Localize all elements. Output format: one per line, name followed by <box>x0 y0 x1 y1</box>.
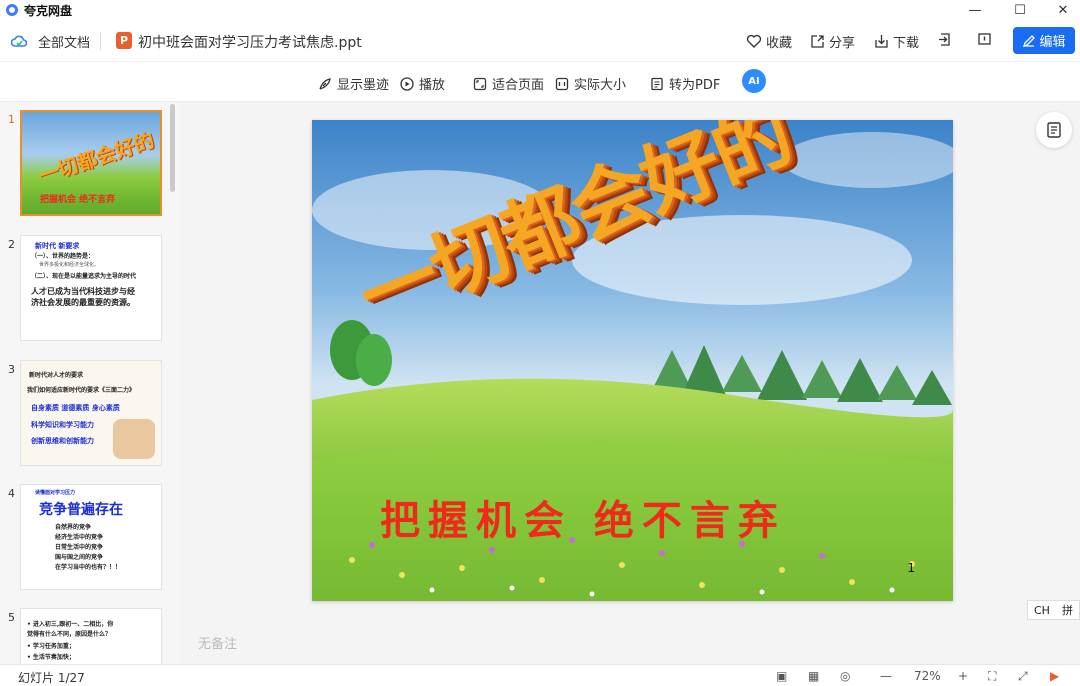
slide-thumbnail-2[interactable]: 新时代 新要求 （一）、世界的趋势是： 世界多极化和经济全球化。 （二）、现在是… <box>20 235 162 341</box>
heart-icon <box>746 34 762 48</box>
minimize-button[interactable]: — <box>952 0 998 20</box>
thumb-line: 觉得有什么不同，原因是什么？ <box>27 631 112 638</box>
ppt-file-icon: P <box>116 32 132 49</box>
cloud-icon <box>11 35 27 47</box>
thumb-line: 创新思维和创新能力 <box>31 437 94 445</box>
slide-thumbnail-5[interactable]: • 进入初三,跟初一、二相比，你 觉得有什么不同，原因是什么？ • 学习任务加重… <box>20 608 162 668</box>
thumbnail-number: 4 <box>8 487 15 500</box>
current-slide[interactable]: 一切都会好的 把握机会 绝不言弃 1 <box>312 120 953 601</box>
notes-placeholder[interactable]: 无备注 <box>198 633 237 652</box>
download-label: 下载 <box>893 36 920 51</box>
edit-label: 编辑 <box>1039 35 1066 50</box>
top-toolbar: 全部文档 P 初中班会面对学习压力考试焦虑.ppt 收藏 分享 下载 编辑 <box>0 20 1080 62</box>
thumb-line: 在学习当中的也有？！！ <box>55 564 122 571</box>
thumb-subtitle: 把握机会 绝不言弃 <box>40 195 116 205</box>
favorite-button[interactable]: 收藏 <box>746 32 792 51</box>
thumbnail-number: 3 <box>8 363 15 376</box>
thumb-line: • 进入初三,跟初一、二相比，你 <box>27 621 114 628</box>
thumb-line: 我们如何适应新时代的要求《三面二力》 <box>27 387 136 394</box>
status-bar: 幻灯片 1/27 ▣ ▦ ◎ — 72% + ⛶ ⤢ ▶ <box>0 664 1080 685</box>
fit-window-icon[interactable]: ⛶ <box>988 669 996 684</box>
thumbnail-number: 1 <box>8 113 15 126</box>
notes-toggle-button[interactable] <box>1036 112 1072 148</box>
thumb-illustration <box>113 419 155 459</box>
fit-page-button[interactable]: 适合页面 <box>473 74 544 93</box>
thumb-line: 人才已成为当代科技进步与经 <box>31 287 135 296</box>
thumb-line: 竞争普遍存在 <box>39 502 123 518</box>
slide-thumbnail-1[interactable]: 一切都会好的 把握机会 绝不言弃 <box>20 110 162 216</box>
thumb-line: 世界多极化和经济全球化。 <box>39 262 100 268</box>
actual-size-button[interactable]: 实际大小 <box>555 74 626 93</box>
thumbnail-number: 5 <box>8 611 15 624</box>
play-label: 播放 <box>419 78 446 93</box>
title-bar: 夸克网盘 — ☐ ✕ <box>0 0 1080 20</box>
feedback-button[interactable] <box>977 32 992 47</box>
slide-subtitle: 把握机会 绝不言弃 <box>380 497 786 544</box>
show-ink-label: 显示墨迹 <box>337 78 390 93</box>
thumb-line: 经济生活中的竞争 <box>55 534 104 541</box>
convert-pdf-button[interactable]: 转为PDF <box>650 74 720 93</box>
slide-counter: 幻灯片 1/27 <box>18 671 85 685</box>
thumb-line: 日常生活中的竞争 <box>55 544 104 551</box>
app-logo-icon <box>6 4 18 16</box>
app-name: 夸克网盘 <box>24 3 73 18</box>
thumb-line: 科学知识和学习能力 <box>31 421 94 429</box>
download-icon <box>875 35 888 48</box>
ai-icon: AI <box>748 75 760 87</box>
maximize-button[interactable]: ☐ <box>997 0 1043 20</box>
thumb-line: • 学习任务加重； <box>27 643 75 650</box>
fit-page-icon <box>473 77 487 90</box>
feedback-icon <box>978 33 991 45</box>
actual-size-label: 实际大小 <box>574 78 627 93</box>
sidebar-scrollbar[interactable] <box>170 104 175 192</box>
notes-icon <box>1047 122 1061 138</box>
thumb-line: 自身素质 道德素质 身心素质 <box>31 404 120 412</box>
pdf-icon <box>651 77 663 90</box>
slide-page-number: 1 <box>907 561 915 575</box>
share-icon <box>811 35 824 48</box>
fullscreen-icon[interactable]: ⤢ <box>1018 669 1028 684</box>
favorite-label: 收藏 <box>766 36 793 51</box>
divider <box>100 32 101 50</box>
ime-mode: 拼 <box>1061 604 1073 617</box>
file-name: 初中班会面对学习压力考试焦虑.ppt <box>138 35 362 51</box>
convert-pdf-label: 转为PDF <box>669 78 721 93</box>
thumb-line: 自然界的竞争 <box>55 524 92 531</box>
pencil-icon <box>1023 34 1036 47</box>
ime-lang: CH <box>1034 603 1050 617</box>
slide-thumbnail-4[interactable]: 读懂面对学习压力 竞争普遍存在 自然界的竞争 经济生活中的竞争 日常生活中的竞争… <box>20 484 162 590</box>
thumb-line: （一）、世界的趋势是： <box>31 253 95 260</box>
view-toolbar: 显示墨迹 播放 适合页面 实际大小 转为PDF AI <box>0 62 1080 102</box>
close-button[interactable]: ✕ <box>1040 0 1080 20</box>
actual-size-icon <box>555 77 569 90</box>
share-button[interactable]: 分享 <box>810 32 855 51</box>
thumb-line: 济社会发展的最重要的资源。 <box>31 298 135 307</box>
slide-thumbnail-3[interactable]: 新时代对人才的要求 我们如何适应新时代的要求《三面二力》 自身素质 道德素质 身… <box>20 360 162 466</box>
thumb-line: • 生活节奏加快； <box>27 654 75 661</box>
play-icon <box>400 76 414 91</box>
thumb-line: 读懂面对学习压力 <box>35 490 76 496</box>
edit-button[interactable]: 编辑 <box>1013 27 1075 54</box>
share-label: 分享 <box>829 36 856 51</box>
ime-indicator[interactable]: CH 拼 <box>1027 600 1080 620</box>
thumb-line: 新时代 新要求 <box>35 242 80 250</box>
all-docs-link[interactable]: 全部文档 <box>38 32 90 51</box>
ai-assistant-button[interactable]: AI <box>742 69 766 93</box>
export-icon <box>939 33 950 46</box>
play-button[interactable]: 播放 <box>400 74 445 93</box>
show-ink-button[interactable]: 显示墨迹 <box>318 74 389 93</box>
fit-page-label: 适合页面 <box>492 78 545 93</box>
export-button[interactable] <box>938 32 952 47</box>
thumb-line: 新时代对人才的要求 <box>29 372 84 379</box>
feather-icon <box>319 77 331 90</box>
thumb-line: 国与国之间的竞争 <box>55 554 104 561</box>
thumbnail-number: 2 <box>8 238 15 251</box>
thumb-line: （二）、现在是以能量追求为主导的时代 <box>31 273 137 280</box>
download-button[interactable]: 下载 <box>874 32 919 51</box>
